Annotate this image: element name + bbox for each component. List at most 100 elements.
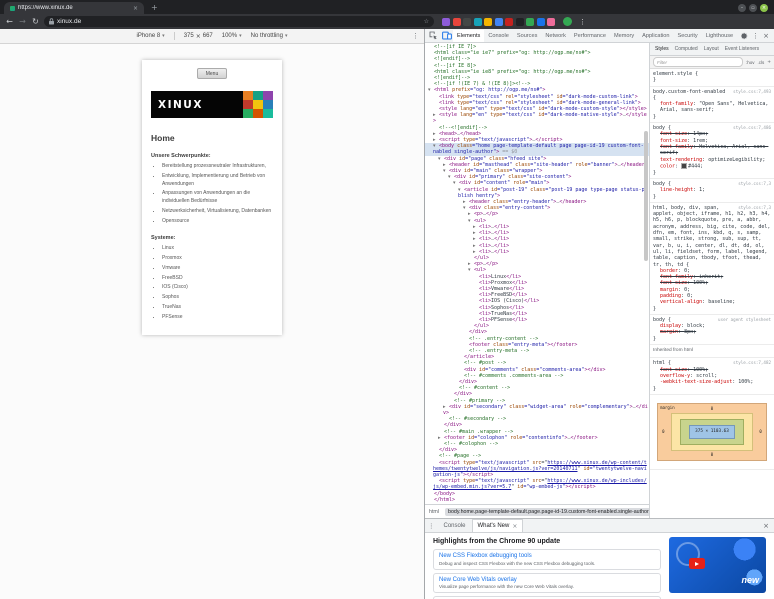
devtools-close-icon[interactable]: ×	[763, 32, 769, 40]
sidebar-tab-layout[interactable]: Layout	[701, 46, 722, 52]
css-rule: style.css:7,3 html, body, div, span, appl…	[650, 203, 774, 315]
devtools-tab-performance[interactable]: Performance	[570, 30, 610, 42]
devtools-tab-elements[interactable]: Elements	[453, 29, 485, 42]
inspect-element-icon[interactable]	[427, 30, 440, 41]
extension-icon[interactable]	[473, 17, 482, 26]
box-model-border[interactable]: 375 × 1103.63	[671, 412, 753, 452]
sidebar-tab-styles[interactable]: Styles	[652, 46, 672, 52]
profile-avatar[interactable]	[563, 17, 572, 26]
stylesheet-link[interactable]: style.css:7,493	[733, 89, 771, 95]
devtools-tab-security[interactable]: Security	[674, 30, 702, 42]
address-bar[interactable]: xinux.de ☆	[44, 16, 434, 27]
css-property[interactable]: -webkit-text-size-adjust: 100%;	[653, 379, 771, 385]
extension-icon[interactable]	[526, 17, 534, 26]
whats-new-item-title[interactable]: New CSS Flexbox debugging tools	[439, 553, 655, 559]
box-model-margin[interactable]: margin 0 0 0 0 375 × 1103.63	[657, 402, 767, 462]
reload-button[interactable]: ↻	[31, 17, 40, 27]
box-model-padding[interactable]: 375 × 1103.63	[680, 418, 744, 446]
extension-icon[interactable]	[547, 17, 555, 26]
extension-icon[interactable]	[442, 17, 450, 26]
drawer-menu-icon[interactable]: ⋮	[428, 522, 435, 530]
browser-toolbar: ← → ↻ xinux.de ☆ ⋮	[0, 14, 774, 29]
devtools-tab-memory[interactable]: Memory	[610, 30, 638, 42]
close-whats-new-tab-icon[interactable]: ×	[512, 523, 517, 530]
element-classes-button[interactable]: .cls	[757, 60, 764, 65]
browser-tab[interactable]: https://www.xinux.de ×	[4, 2, 144, 14]
extension-icon[interactable]	[536, 17, 545, 26]
devtools-menu-icon[interactable]: ⋮	[752, 32, 759, 40]
drawer-tab-what-s-new[interactable]: What's New ×	[471, 519, 524, 532]
back-button[interactable]: ←	[5, 17, 14, 27]
whats-new-item[interactable]: New CSS Flexbox debugging tools Debug and…	[433, 549, 661, 570]
css-rule: style.css:7,482 html {font-size: 100%; ove…	[650, 358, 774, 395]
site-menu-button[interactable]: Menu	[196, 68, 228, 79]
device-toolbar-toggle-icon[interactable]	[440, 30, 453, 41]
devtools-tab-lighthouse[interactable]: Lighthouse	[702, 30, 737, 42]
box-model-content[interactable]: 375 × 1103.63	[689, 424, 735, 440]
dom-tree-node[interactable]: ▸ <style lang="en" type="text/css" id="da…	[425, 112, 649, 124]
stylesheet-link[interactable]: user agent stylesheet	[718, 317, 771, 323]
dom-tree-node-selected[interactable]: ▾ <body class="home page-template-default…	[425, 143, 649, 156]
css-property[interactable]: text-rendering: optimizeLegibility;	[653, 157, 771, 163]
css-property[interactable]: font-family: "Open Sans", Helvetica, Ari…	[653, 101, 771, 114]
divider	[173, 32, 175, 40]
dom-tree-node[interactable]: <script type="text/javascript" src="http…	[425, 478, 649, 490]
devtools-tab-console[interactable]: Console	[484, 30, 513, 42]
dom-tree-node[interactable]: <script type="text/javascript" src="http…	[425, 460, 649, 479]
new-style-rule-button[interactable]: +	[767, 60, 771, 65]
breadcrumb-item[interactable]: body.home.page-template-default.page.pag…	[445, 507, 649, 516]
extension-icon[interactable]	[505, 17, 513, 26]
new-tab-button[interactable]: +	[151, 3, 158, 12]
zoom-select[interactable]: 100% ▾	[222, 33, 242, 39]
drawer-tab-console[interactable]: Console	[439, 520, 471, 532]
tab-close-icon[interactable]: ×	[133, 5, 138, 12]
css-property[interactable]: font-family: Helvetica, Arial, sans-seri…	[653, 144, 771, 157]
device-dimensions[interactable]: 375 × 667	[184, 33, 213, 40]
extension-icon[interactable]	[515, 17, 524, 26]
extension-icon[interactable]	[494, 17, 503, 26]
chevron-down-icon: ▾	[162, 33, 165, 39]
whats-new-item-title[interactable]: New Core Web Vitals overlay	[439, 577, 655, 583]
drawer-close-icon[interactable]: ×	[763, 522, 771, 530]
device-toolbar-more-icon[interactable]: ⋮	[412, 32, 419, 40]
window-maximize-button[interactable]: ▫	[749, 3, 757, 12]
stylesheet-link[interactable]: style.css:7,486	[733, 125, 771, 131]
whats-new-item[interactable]: New Core Web Vitals overlay Visualize pag…	[433, 572, 661, 593]
stylesheet-link[interactable]: style.css:7,3	[738, 181, 771, 187]
extension-icon[interactable]	[452, 17, 461, 26]
devtools-tab-network[interactable]: Network	[541, 30, 570, 42]
whats-new-item-desc: Debug and inspect CSS Flexbox with the n…	[439, 560, 596, 566]
breadcrumb-item[interactable]: html	[429, 509, 439, 515]
toggle-pseudo-button[interactable]: :hov	[746, 60, 755, 65]
sidebar-tab-computed[interactable]: Computed	[672, 46, 701, 52]
browser-menu-icon[interactable]: ⋮	[579, 18, 586, 26]
sidebar-tab-event-listeners[interactable]: Event Listeners	[722, 46, 762, 52]
devtools-panel: Elements Console Sources Network Performance…	[424, 29, 774, 599]
devtools-tab-application[interactable]: Application	[638, 30, 673, 42]
scrollbar-thumb[interactable]	[644, 131, 648, 261]
site-logo[interactable]: XINUX	[151, 91, 273, 118]
bullet-list: Bereitstellung prozessneutraler Infrastr…	[162, 163, 273, 225]
extension-icon[interactable]	[484, 17, 492, 26]
settings-gear-icon[interactable]	[740, 32, 748, 40]
window-close-button[interactable]: ×	[760, 3, 768, 12]
styles-filter-input[interactable]: Filter	[653, 57, 743, 67]
window-minimize-button[interactable]: –	[738, 3, 746, 12]
devtools-tab-sources[interactable]: Sources	[513, 30, 542, 42]
whats-new-video-thumbnail[interactable]: new	[669, 537, 766, 593]
bookmark-star-icon[interactable]: ☆	[424, 18, 429, 25]
dom-tree-node[interactable]: ▾ <article id="post-19" class="post-19 pa…	[425, 187, 649, 199]
devtools-toolbar-right: ⋮ ×	[740, 32, 772, 40]
color-swatch[interactable]	[681, 162, 688, 169]
dom-tree-node[interactable]: </html>	[425, 497, 649, 503]
extension-icon[interactable]	[463, 17, 471, 26]
forward-button[interactable]: →	[18, 17, 27, 27]
css-property[interactable]: color: #444;	[653, 162, 771, 170]
page-pane: iPhone 8 ▾ 375 × 667 100% ▾ No throttling ▾ ⋮…	[0, 29, 424, 599]
site-content-card: Menu XINUX Home Unsere Schwerpunkte: Bere…	[142, 60, 282, 336]
stylesheet-link[interactable]: style.css:7,482	[733, 360, 771, 366]
throttle-select[interactable]: No throttling ▾	[251, 33, 288, 39]
list-item: FreeBSD	[162, 275, 273, 283]
dom-tree-node[interactable]: ▸ <div id="secondary" class="widget-area"…	[425, 404, 649, 416]
device-select[interactable]: iPhone 8 ▾	[136, 33, 164, 39]
